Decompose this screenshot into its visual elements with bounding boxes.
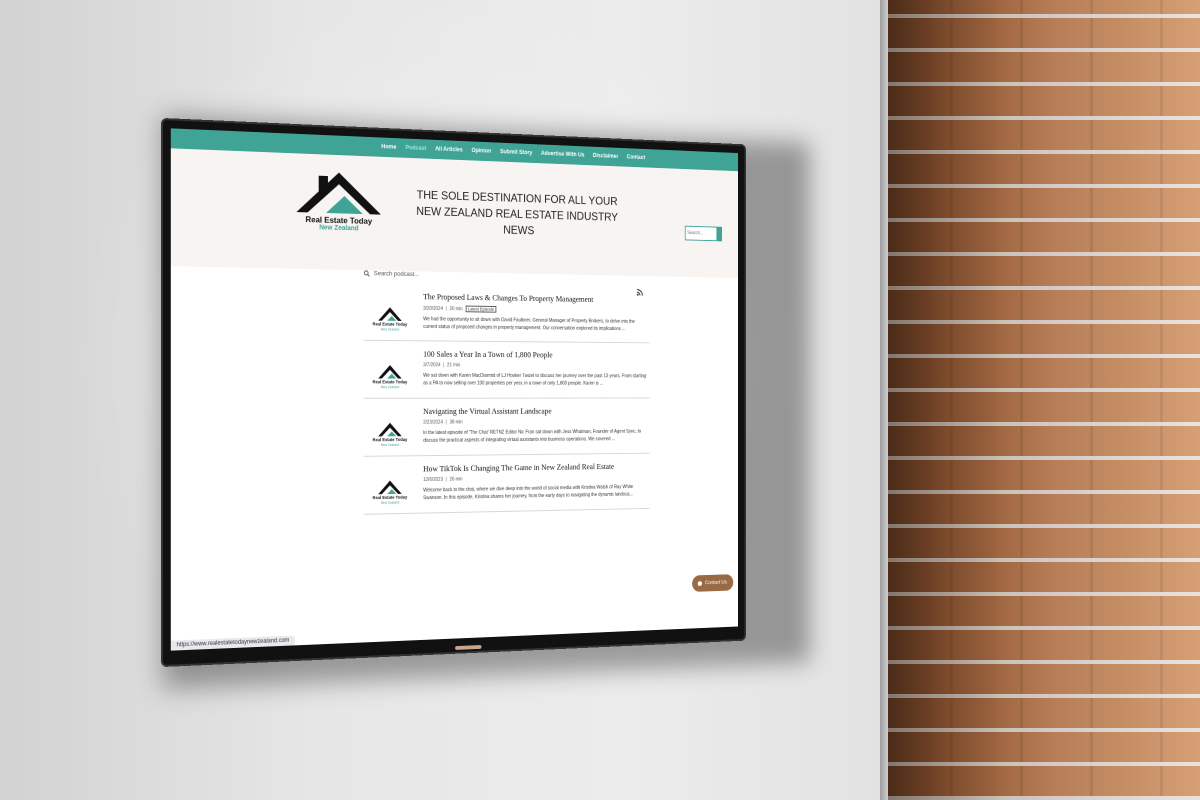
episode-item[interactable]: Real Estate Today New Zealand 100 Sales …: [364, 341, 650, 399]
nav-item-home[interactable]: Home: [381, 144, 396, 150]
episode-duration: 21 min: [447, 362, 460, 368]
episode-thumbnail: Real Estate Today New Zealand: [367, 356, 412, 395]
nav-item-contact[interactable]: Contact: [627, 155, 646, 161]
house-logo-icon: [367, 356, 412, 379]
wall-edge: [880, 0, 888, 800]
episode-body: 100 Sales a Year In a Town of 1,800 Peop…: [423, 349, 646, 390]
episode-date: 3/20/2024: [423, 305, 443, 311]
thumb-title: Real Estate Today: [367, 321, 412, 326]
episode-description: Welcome back to the chat, where we dive …: [423, 483, 646, 502]
episode-thumbnail: Real Estate Today New Zealand: [367, 472, 412, 511]
nav-item-disclaimer[interactable]: Disclaimer: [593, 153, 618, 160]
thumb-title: Real Estate Today: [367, 437, 412, 442]
episode-thumbnail: Real Estate Today New Zealand: [367, 298, 412, 337]
thumb-subtitle: New Zealand: [367, 500, 412, 505]
episode-duration: 38 min: [449, 420, 462, 426]
episode-meta: 12/6/2023 | 26 min: [423, 474, 646, 483]
episode-thumbnail: Real Estate Today New Zealand: [367, 414, 412, 453]
site-logo[interactable]: Real Estate Today New Zealand: [293, 167, 385, 243]
house-logo-icon: [293, 167, 385, 217]
tv-brand-light: [455, 645, 481, 650]
contact-us-label: Contact Us: [705, 580, 727, 586]
nav-item-podcast[interactable]: Podcast: [405, 145, 426, 152]
meta-separator: |: [446, 306, 447, 312]
nav-item-submit-story[interactable]: Submit Story: [500, 149, 532, 156]
chat-bubble-icon: [697, 580, 703, 587]
nav-item-all-articles[interactable]: All Articles: [435, 147, 463, 154]
thumb-title: Real Estate Today: [367, 379, 412, 384]
nav-item-advertise[interactable]: Advertise With Us: [541, 151, 585, 158]
episode-title[interactable]: The Proposed Laws & Changes To Property …: [423, 292, 646, 305]
episode-body: The Proposed Laws & Changes To Property …: [423, 292, 646, 335]
logo-subtitle: New Zealand: [293, 224, 385, 233]
site-search-button[interactable]: [716, 228, 721, 241]
episode-meta: 3/20/2024 | 20 min Latest Episode: [423, 305, 646, 315]
episode-item[interactable]: Real Estate Today New Zealand The Propos…: [364, 283, 650, 344]
rss-icon[interactable]: [636, 289, 643, 296]
site-tagline: THE SOLE DESTINATION FOR ALL YOUR NEW ZE…: [404, 187, 629, 242]
latest-episode-badge: Latest Episode: [465, 306, 496, 313]
episode-date: 3/7/2024: [423, 362, 440, 368]
episode-description: In the latest episode of 'The Chat' RETN…: [423, 428, 646, 445]
episode-body: Navigating the Virtual Assistant Landsca…: [423, 406, 646, 448]
site-search-input[interactable]: [686, 228, 717, 240]
tv-frame: Home Podcast All Articles Opinion Submit…: [163, 120, 744, 665]
episode-duration: 20 min: [449, 306, 462, 312]
episode-date: 12/6/2023: [423, 477, 443, 483]
episode-meta: 2/23/2024 | 38 min: [423, 419, 646, 426]
thumb-subtitle: New Zealand: [367, 443, 412, 447]
site-search: [685, 226, 722, 242]
meta-separator: |: [446, 420, 447, 426]
episode-duration: 26 min: [449, 477, 462, 483]
episode-date: 2/23/2024: [423, 420, 443, 426]
house-logo-icon: [367, 472, 412, 496]
meta-separator: |: [446, 477, 447, 483]
site-header: Real Estate Today New Zealand THE SOLE D…: [171, 148, 738, 278]
episode-title[interactable]: 100 Sales a Year In a Town of 1,800 Peop…: [423, 349, 646, 360]
episode-meta: 3/7/2024 | 21 min: [423, 362, 646, 369]
episode-item[interactable]: Real Estate Today New Zealand Navigating…: [364, 398, 650, 456]
status-bar-url: https://www.realestatetodaynewzealand.co…: [171, 636, 295, 651]
search-icon: [364, 270, 370, 277]
thumb-title: Real Estate Today: [367, 495, 412, 501]
brick-shadow: [880, 0, 1200, 800]
contact-us-button[interactable]: Contact Us: [692, 574, 733, 592]
house-logo-icon: [367, 298, 412, 322]
episode-description: We had the opportunity to sit down with …: [423, 315, 646, 333]
podcast-list: Search podcast... Real Estate Today New …: [364, 270, 650, 515]
tv-screen: Home Podcast All Articles Opinion Submit…: [171, 128, 738, 650]
episode-item[interactable]: Real Estate Today New Zealand How TikTok…: [364, 454, 650, 515]
thumb-subtitle: New Zealand: [367, 327, 412, 331]
nav-item-opinion[interactable]: Opinion: [471, 148, 491, 155]
meta-separator: |: [443, 362, 444, 368]
episode-body: How TikTok Is Changing The Game in New Z…: [423, 461, 646, 505]
episode-title[interactable]: How TikTok Is Changing The Game in New Z…: [423, 461, 646, 473]
thumb-subtitle: New Zealand: [367, 385, 412, 389]
episode-description: We sat down with Karen MacDiarmid of LJ …: [423, 372, 646, 388]
podcast-search-placeholder: Search podcast...: [374, 270, 420, 278]
episode-title[interactable]: Navigating the Virtual Assistant Landsca…: [423, 406, 646, 416]
house-logo-icon: [367, 414, 412, 437]
